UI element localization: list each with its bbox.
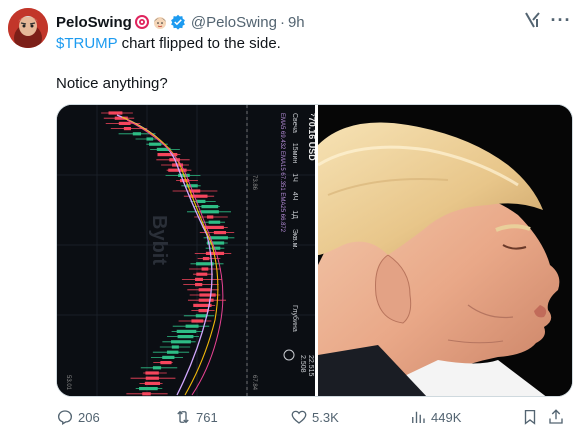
candle-body: [177, 335, 194, 339]
candle-body: [144, 381, 161, 385]
chart-axis-value-1: 73.86: [251, 175, 257, 191]
candle-body: [196, 272, 208, 276]
reply-icon: [57, 410, 73, 425]
candle-body: [199, 293, 216, 297]
candle-body: [201, 205, 219, 209]
candle-body: [108, 111, 123, 115]
retweet-button[interactable]: 761: [174, 408, 218, 426]
tweet-text: chart flipped to the side.: [117, 35, 281, 52]
display-name[interactable]: PeloSwing: [56, 14, 132, 31]
tweet-text-line-2: Notice anything?: [56, 75, 168, 92]
candle-body: [196, 199, 206, 203]
candle-body: [142, 392, 151, 396]
separator-dot: ·: [279, 13, 285, 31]
candle-body: [198, 298, 214, 302]
candle-body: [195, 314, 208, 318]
tweet[interactable]: PeloSwing @PeloSwing · 9h ··· $TRUMP cha…: [0, 0, 581, 436]
tweet-media[interactable]: ⁷70.16 USD Свеча 15мин 1Ч 4Ч 1Д Экв.м. E…: [56, 104, 573, 397]
candle-body: [191, 319, 204, 323]
candle-body: [195, 277, 203, 281]
candle-body: [171, 340, 191, 344]
candle-body: [145, 376, 159, 380]
reply-count: 206: [78, 409, 100, 425]
more-icon[interactable]: ···: [551, 10, 571, 30]
chart-number-1: 22.515: [307, 355, 314, 377]
target-emoji: [134, 14, 150, 30]
bookmark-button[interactable]: [521, 408, 543, 426]
candle-body: [166, 350, 179, 354]
share-button[interactable]: [547, 408, 569, 426]
candle-body: [171, 345, 179, 349]
chart-timeframes: Свеча 15мин 1Ч 4Ч 1Д Экв.м.: [291, 113, 298, 249]
candle-body: [200, 210, 219, 214]
candle-body: [195, 283, 203, 287]
handle[interactable]: @PeloSwing: [191, 14, 277, 31]
like-button[interactable]: 5.3K: [290, 408, 339, 426]
chart-ema-legend: EMA5 69.432 EMA15 67.351 EMA25 66.872: [279, 113, 285, 233]
candle-body: [145, 371, 159, 375]
views-icon: [412, 411, 425, 423]
action-bar: 206 761 5.3K 449K: [56, 405, 571, 429]
candle-body: [198, 288, 211, 292]
views-count: 449K: [431, 409, 462, 425]
candle-body: [149, 142, 162, 146]
candle-body: [185, 324, 199, 328]
grok-icon[interactable]: [523, 10, 543, 30]
trump-profile-photo[interactable]: [318, 105, 572, 396]
chart-price-label: ⁷70.16 USD: [307, 113, 315, 161]
candle-body: [209, 236, 228, 240]
candle-body: [123, 127, 131, 131]
verified-icon[interactable]: [170, 14, 186, 30]
candle-body: [160, 361, 172, 365]
candle-body: [146, 137, 154, 141]
candle-body: [189, 189, 201, 193]
candle-body: [208, 220, 221, 224]
tweet-header: PeloSwing @PeloSwing · 9h: [56, 12, 571, 32]
tweet-text-line-1: $TRUMP chart flipped to the side.: [56, 34, 281, 54]
like-count: 5.3K: [312, 409, 339, 425]
candle-body: [201, 267, 209, 271]
reply-button[interactable]: 206: [56, 408, 100, 426]
candle-body: [139, 387, 158, 391]
trump-candlestick-chart-rotated[interactable]: ⁷70.16 USD Свеча 15мин 1Ч 4Ч 1Д Экв.м. E…: [57, 105, 315, 396]
candle-body: [206, 215, 214, 219]
woman-emoji: [152, 14, 168, 30]
candle-body: [213, 231, 227, 235]
cashtag-link[interactable]: $TRUMP: [56, 35, 117, 52]
like-icon: [291, 410, 307, 424]
candle-body: [176, 329, 197, 333]
candle-body: [132, 132, 142, 136]
retweet-icon: [177, 410, 189, 424]
chart-number-2: 2.508: [299, 355, 306, 373]
candle-body: [152, 366, 162, 370]
chart-depth-label: Глубина: [291, 305, 299, 332]
share-icon: [549, 409, 563, 424]
candle-body: [202, 257, 210, 261]
candle-body: [205, 251, 225, 255]
candle-body: [118, 121, 131, 125]
avatar[interactable]: [8, 8, 48, 48]
retweet-count: 761: [196, 409, 218, 425]
chart-axis-value-3: 53.01: [65, 375, 71, 391]
timestamp[interactable]: 9h: [288, 14, 305, 31]
chart-watermark: Bybit: [148, 215, 170, 265]
bookmark-icon: [524, 409, 536, 425]
candle-body: [162, 355, 175, 359]
views-button[interactable]: 449K: [409, 408, 461, 426]
chart-axis-value-2: 67.84: [251, 375, 257, 391]
